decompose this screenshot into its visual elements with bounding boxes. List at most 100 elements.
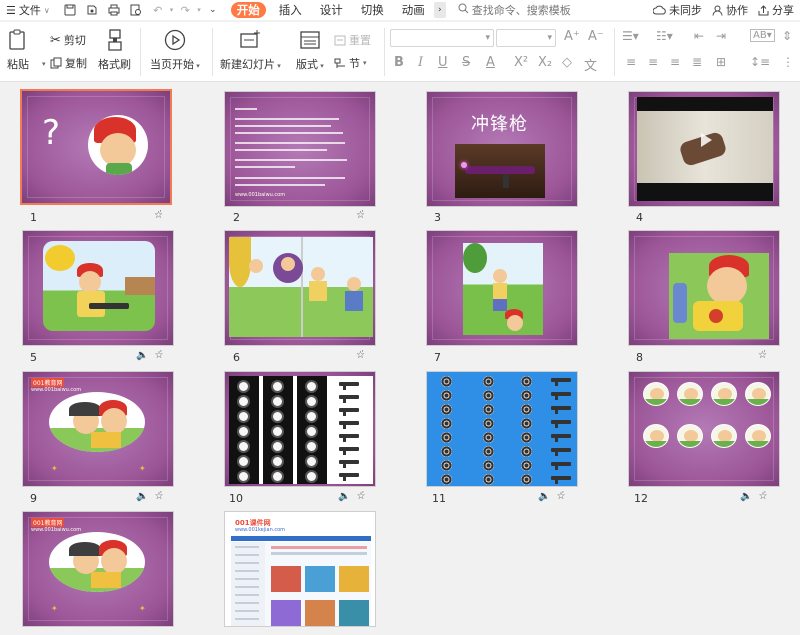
quick-access-toolbar: ↶ ▾ ↷ ▾ ⌄: [56, 1, 227, 19]
distribute-icon[interactable]: ⊞: [716, 55, 726, 69]
line-spacing-icon[interactable]: ⇕: [782, 29, 792, 43]
animation-star-icon[interactable]: ☆̇: [556, 491, 565, 502]
slide-thumbnail[interactable]: 001教育网 www.001baiwu.com ✦ ✦: [22, 511, 174, 627]
paste-button[interactable]: 粘贴: [6, 28, 30, 72]
print-preview-icon[interactable]: [126, 1, 146, 19]
numbered-list-icon[interactable]: ☷▾: [656, 29, 673, 43]
redo-dropdown-icon[interactable]: ▾: [197, 6, 201, 14]
target-icon: [483, 390, 494, 401]
decrease-font-icon[interactable]: A⁻: [588, 29, 604, 44]
decrease-indent-icon[interactable]: ⇤: [694, 29, 704, 43]
align-right-icon[interactable]: ≡: [670, 55, 680, 69]
tab-design[interactable]: 设计: [311, 0, 352, 20]
cut-button[interactable]: ✂ 剪切: [50, 32, 86, 48]
text-direction-icon[interactable]: AB▾: [750, 29, 775, 42]
superscript-icon[interactable]: X²: [514, 55, 528, 70]
italic-icon[interactable]: I: [418, 55, 423, 70]
animation-star-icon[interactable]: ☆̇: [154, 350, 163, 361]
customize-quick-access-icon[interactable]: ⌄: [203, 1, 223, 19]
target-icon: [483, 460, 494, 471]
tab-home[interactable]: 开始: [230, 2, 266, 18]
animation-star-icon[interactable]: ☆̇: [356, 210, 365, 221]
audio-icon[interactable]: 🔈: [338, 491, 350, 502]
tab-animation[interactable]: 动画: [393, 0, 434, 20]
animation-star-icon[interactable]: ☆̇: [758, 491, 767, 502]
underline-icon[interactable]: U: [438, 55, 448, 70]
slide-thumbnail[interactable]: 冲锋枪: [426, 91, 578, 207]
animation-star-icon[interactable]: ☆̇: [356, 350, 365, 361]
bold-icon[interactable]: B: [394, 55, 404, 70]
slide-thumbnail[interactable]: [426, 230, 578, 346]
collab-button[interactable]: 协作: [712, 2, 748, 18]
audio-icon[interactable]: 🔈: [136, 350, 148, 361]
play-from-current-button[interactable]: 当页开始 ▾: [150, 28, 200, 72]
print-icon[interactable]: [104, 1, 124, 19]
font-color-icon[interactable]: A: [486, 55, 495, 70]
gun-icon: [551, 434, 571, 442]
export-icon[interactable]: [82, 1, 102, 19]
paste-dropdown-icon[interactable]: ▾: [42, 60, 46, 68]
slide-thumbnail[interactable]: [22, 230, 174, 346]
site-nav-bar: [231, 536, 371, 541]
target-icon: [521, 446, 532, 457]
ribbon-divider: [614, 28, 615, 76]
copy-button[interactable]: 复制: [50, 55, 87, 71]
increase-font-icon[interactable]: A⁺: [564, 29, 580, 44]
share-button[interactable]: 分享: [758, 2, 794, 18]
animation-star-icon[interactable]: ☆̇: [356, 491, 365, 502]
sparkle-icon: ✦: [51, 464, 58, 473]
subscript-icon[interactable]: X₂: [538, 55, 552, 70]
reset-button[interactable]: 重置: [334, 32, 371, 48]
align-left-icon[interactable]: ≡: [626, 55, 636, 69]
tab-transition[interactable]: 切换: [352, 0, 393, 20]
save-icon[interactable]: [60, 1, 80, 19]
clear-format-icon[interactable]: ◇: [562, 55, 572, 70]
slide-thumbnail[interactable]: www.001baiwu.com: [224, 91, 376, 207]
font-family-select[interactable]: ▾: [390, 29, 494, 47]
animation-star-icon[interactable]: ☆̇: [154, 210, 163, 221]
slide-thumbnail[interactable]: [224, 230, 376, 346]
slide-thumbnail[interactable]: 001课件网 www.001kejian.com: [224, 511, 376, 627]
phonetic-guide-icon[interactable]: 文: [584, 55, 597, 74]
increase-indent-icon[interactable]: ⇥: [716, 29, 726, 43]
gun-icon: [339, 460, 359, 468]
paragraph-spacing-icon[interactable]: ↕≡: [750, 55, 770, 69]
sync-status[interactable]: 未同步: [653, 2, 702, 18]
command-search[interactable]: 查找命令、搜索模板: [458, 2, 571, 18]
slide-thumbnail[interactable]: ?: [20, 89, 172, 205]
font-size-select[interactable]: ▾: [496, 29, 556, 47]
strikethrough-icon[interactable]: S: [462, 55, 470, 70]
more-tabs-button[interactable]: ›: [433, 2, 446, 18]
bullet-icon: [305, 410, 318, 423]
grass: [644, 441, 668, 447]
slide-thumbnail[interactable]: [628, 91, 780, 207]
layout-button[interactable]: 版式 ▾: [296, 28, 324, 72]
bullet-icon: [237, 440, 250, 453]
format-painter-button[interactable]: 格式刷: [98, 28, 131, 72]
animation-star-icon[interactable]: ☆̇: [154, 491, 163, 502]
file-menu[interactable]: ☰ 文件 ∨: [0, 0, 56, 20]
target-icon: [441, 446, 452, 457]
audio-icon[interactable]: 🔈: [136, 491, 148, 502]
columns-icon[interactable]: ⋮: [782, 55, 794, 69]
animation-star-icon[interactable]: ☆̇: [758, 350, 767, 361]
undo-icon[interactable]: ↶: [148, 1, 168, 19]
slide-thumbnail[interactable]: [628, 371, 780, 487]
slide-thumbnail[interactable]: [224, 371, 376, 487]
slide-title: 冲锋枪: [471, 114, 528, 135]
undo-dropdown-icon[interactable]: ▾: [170, 6, 174, 14]
section-button[interactable]: 节 ▾: [334, 55, 367, 71]
redo-icon[interactable]: ↷: [175, 1, 195, 19]
slide-thumbnail[interactable]: [426, 371, 578, 487]
bullet-list-icon[interactable]: ☰▾: [622, 29, 639, 43]
align-center-icon[interactable]: ≡: [648, 55, 658, 69]
tab-insert[interactable]: 插入: [270, 0, 311, 20]
grass: [644, 399, 668, 405]
audio-icon[interactable]: 🔈: [538, 491, 550, 502]
slide-thumbnail[interactable]: [628, 230, 780, 346]
slide-thumbnail[interactable]: 001教育网 www.001baiwu.com ✦ ✦: [22, 371, 174, 487]
audio-icon[interactable]: 🔈: [740, 491, 752, 502]
video-frame[interactable]: [637, 97, 773, 201]
new-slide-button[interactable]: 新建幻灯片 ▾: [220, 28, 281, 72]
justify-icon[interactable]: ≣: [692, 55, 702, 69]
